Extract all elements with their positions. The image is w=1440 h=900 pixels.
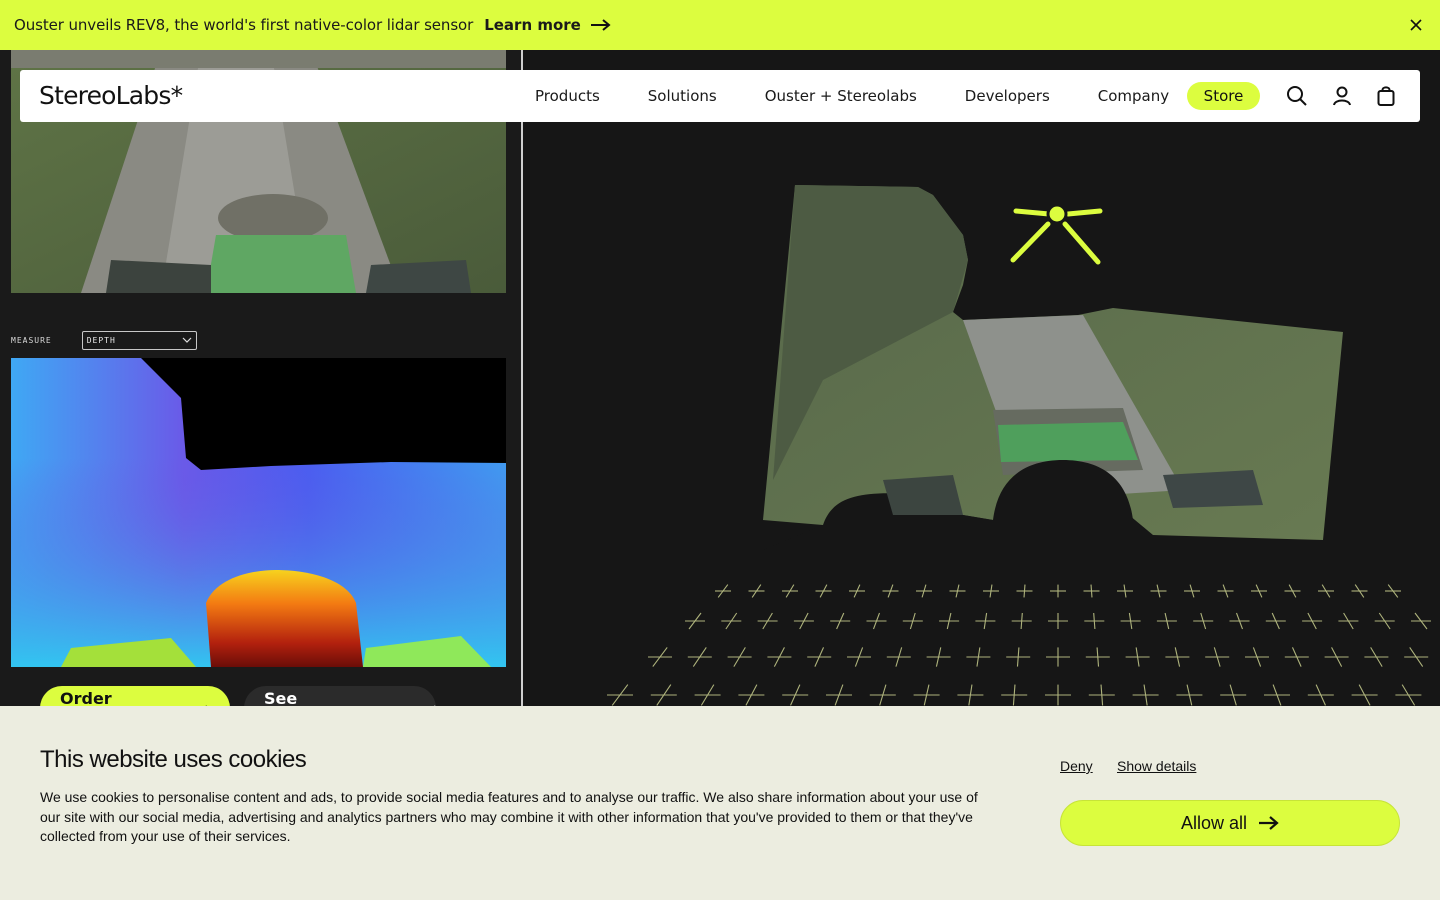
cart-icon[interactable] bbox=[1375, 85, 1397, 107]
chevron-down-icon bbox=[182, 337, 192, 343]
search-icon[interactable] bbox=[1286, 85, 1308, 107]
main-navbar: StereoLabs* Products Solutions Ouster + … bbox=[20, 70, 1420, 122]
nav-item-solutions[interactable]: Solutions bbox=[648, 87, 717, 105]
measure-select[interactable]: DEPTH bbox=[81, 331, 197, 350]
measure-row: MEASURE DEPTH bbox=[11, 331, 197, 350]
cookie-description: We use cookies to personalise content an… bbox=[40, 789, 978, 844]
measure-select-value: DEPTH bbox=[86, 336, 116, 345]
allow-all-label: Allow all bbox=[1180, 812, 1248, 833]
point-cloud-view[interactable] bbox=[523, 50, 1440, 706]
deny-cookies-button[interactable]: Deny bbox=[1060, 758, 1093, 774]
depth-map-view bbox=[11, 358, 506, 667]
store-button[interactable]: Store bbox=[1187, 82, 1260, 110]
cookie-banner: This website uses cookies We use cookies… bbox=[0, 706, 1440, 900]
account-icon[interactable] bbox=[1331, 85, 1353, 107]
show-details-button[interactable]: Show details bbox=[1117, 758, 1196, 774]
close-icon[interactable] bbox=[1406, 15, 1426, 35]
arrow-right-icon bbox=[1259, 816, 1279, 830]
nav-item-products[interactable]: Products bbox=[535, 87, 600, 105]
stereolabs-logo[interactable]: StereoLabs* bbox=[39, 81, 183, 110]
nav-item-ouster-stereolabs[interactable]: Ouster + Stereolabs bbox=[765, 87, 917, 105]
measure-label: MEASURE bbox=[11, 336, 52, 345]
nav-menu: Products Solutions Ouster + Stereolabs D… bbox=[535, 70, 1217, 122]
nav-item-developers[interactable]: Developers bbox=[965, 87, 1050, 105]
learn-more-link[interactable]: Learn more bbox=[484, 16, 611, 34]
nav-item-company[interactable]: Company bbox=[1098, 87, 1169, 105]
cookie-title: This website uses cookies bbox=[40, 746, 307, 773]
announcement-text: Ouster unveils REV8, the world's first n… bbox=[14, 16, 474, 34]
page: MEASURE DEPTH Order See Ouster unveils R… bbox=[0, 0, 1440, 900]
allow-all-cookies-button[interactable]: Allow all bbox=[1060, 800, 1400, 846]
announcement-bar: Ouster unveils REV8, the world's first n… bbox=[0, 0, 1440, 50]
arrow-right-icon bbox=[590, 19, 611, 31]
learn-more-label: Learn more bbox=[484, 16, 581, 34]
